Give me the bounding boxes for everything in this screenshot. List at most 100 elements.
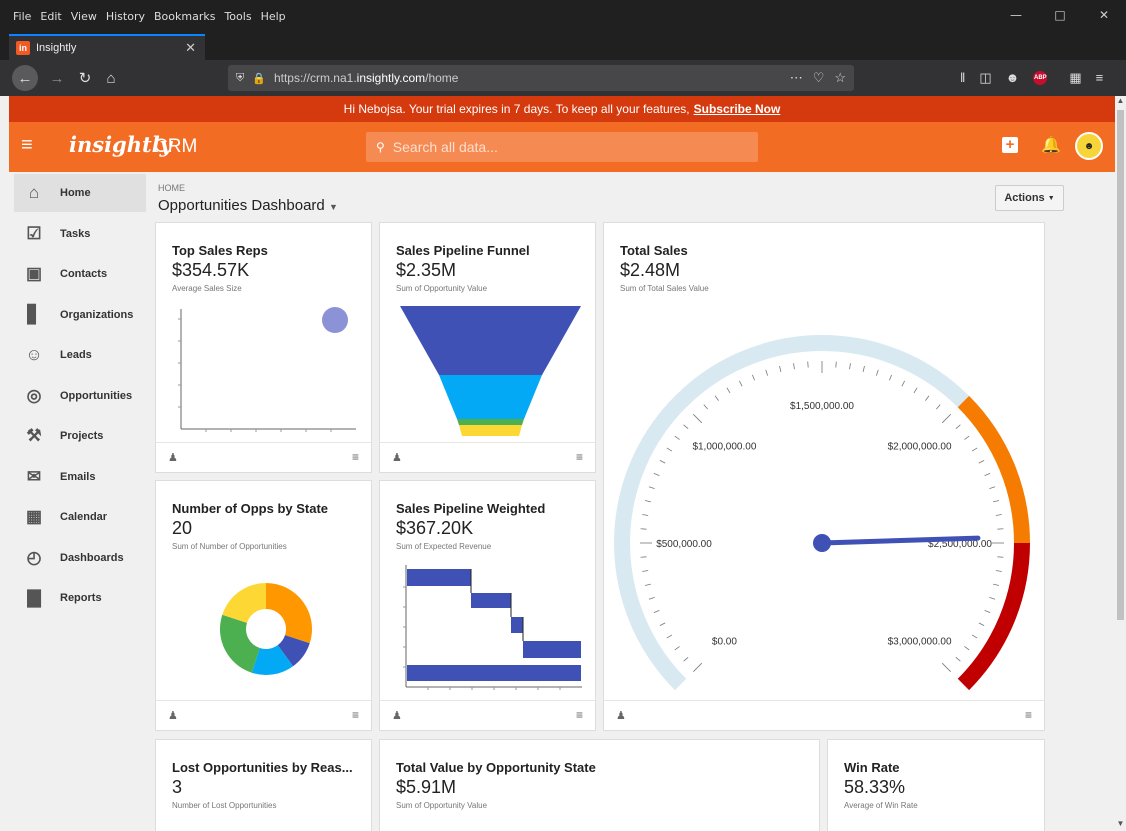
scatter-point[interactable] xyxy=(322,307,348,333)
breadcrumb[interactable]: HOME xyxy=(158,183,185,193)
adblock-icon[interactable]: ABP xyxy=(1033,71,1048,85)
page-title[interactable]: Opportunities Dashboard ▼ xyxy=(158,197,338,214)
bookmark-star-icon[interactable]: ☆ xyxy=(834,70,846,86)
home-browser-icon[interactable]: ⌂ xyxy=(100,67,122,89)
scroll-thumb[interactable] xyxy=(1117,110,1124,620)
sidebar-item-projects[interactable]: ⚒ Projects xyxy=(14,417,146,455)
gauge-band xyxy=(957,542,1030,691)
list-icon[interactable]: ≡ xyxy=(1025,708,1032,722)
url-prefix: https://crm.na1. xyxy=(273,71,357,85)
funnel-segment[interactable] xyxy=(457,419,524,425)
forward-icon[interactable]: → xyxy=(46,67,68,89)
sidebar-item-contacts[interactable]: ▣ Contacts xyxy=(14,255,146,293)
gauge-tick xyxy=(964,646,970,651)
sidebar-item-leads[interactable]: ☺ Leads xyxy=(14,336,146,374)
close-tab-icon[interactable]: ✕ xyxy=(185,40,196,56)
user-icon[interactable]: ♟ xyxy=(168,709,178,722)
user-icon[interactable]: ♟ xyxy=(392,709,402,722)
funnel-segment[interactable] xyxy=(400,306,581,375)
waterfall-bar[interactable] xyxy=(407,569,471,586)
sidebar-item-home[interactable]: ⌂ Home xyxy=(14,174,146,212)
card-total-value-by-state[interactable]: Total Value by Opportunity State $5.91M … xyxy=(379,739,820,831)
actions-button[interactable]: Actions ▼ xyxy=(995,185,1064,211)
account-icon[interactable]: ☻ xyxy=(1006,70,1020,86)
gauge-icon: ◴ xyxy=(26,547,42,567)
app-menu-icon[interactable]: ≡ xyxy=(1096,70,1104,86)
menu-file[interactable]: File xyxy=(13,10,31,23)
url-bar[interactable]: ⛨ 🔒 https://crm.na1. insightly.com/home ⋯… xyxy=(228,65,854,91)
tasks-icon: ☑ xyxy=(26,223,42,243)
scroll-down-icon[interactable]: ▼ xyxy=(1115,819,1126,831)
axis-ticks xyxy=(178,318,332,432)
list-icon[interactable]: ≡ xyxy=(352,450,359,464)
hamburger-icon[interactable]: ≡ xyxy=(21,134,33,157)
card-subtitle: Number of Lost Opportunities xyxy=(172,801,277,810)
maximize-icon[interactable]: □ xyxy=(1038,0,1082,30)
gauge-tick xyxy=(862,365,865,372)
bar-chart-icon: ▇ xyxy=(27,588,41,607)
card-top-sales-reps[interactable]: Top Sales Reps $354.57K Average Sales Si… xyxy=(155,222,372,473)
card-total-sales[interactable]: Total Sales $2.48M Sum of Total Sales Va… xyxy=(603,222,1045,731)
sidebar-item-reports[interactable]: ▇ Reports xyxy=(14,579,146,617)
page-scrollbar[interactable]: ▲ ▼ xyxy=(1115,96,1126,831)
waterfall-total-bar[interactable] xyxy=(407,665,581,681)
sidebar-item-tasks[interactable]: ☑ Tasks xyxy=(14,215,146,253)
scroll-up-icon[interactable]: ▲ xyxy=(1115,96,1126,108)
gauge-tick xyxy=(642,570,649,572)
menu-history[interactable]: History xyxy=(106,10,145,23)
user-icon[interactable]: ♟ xyxy=(392,451,402,464)
gauge-tick xyxy=(901,380,905,387)
funnel-segment[interactable] xyxy=(439,375,542,419)
sidebar-item-opportunities[interactable]: ◎ Opportunities xyxy=(14,377,146,415)
funnel-segment[interactable] xyxy=(459,425,522,436)
list-icon[interactable]: ≡ xyxy=(576,450,583,464)
sidebar-item-organizations[interactable]: ▋ Organizations xyxy=(14,296,146,334)
browser-tab[interactable]: in Insightly ✕ xyxy=(9,34,205,60)
sidebar-item-dashboards[interactable]: ◴ Dashboards xyxy=(14,539,146,577)
donut-slice[interactable] xyxy=(266,583,312,644)
donut-slice[interactable] xyxy=(220,614,260,673)
waterfall-bar[interactable] xyxy=(511,617,523,633)
list-icon[interactable]: ≡ xyxy=(576,708,583,722)
card-sales-pipeline-weighted[interactable]: Sales Pipeline Weighted $367.20K Sum of … xyxy=(379,480,596,731)
menu-help[interactable]: Help xyxy=(261,10,286,23)
menu-tools[interactable]: Tools xyxy=(224,10,251,23)
list-icon[interactable]: ≡ xyxy=(352,708,359,722)
minimize-icon[interactable]: — xyxy=(994,0,1038,30)
user-icon[interactable]: ♟ xyxy=(616,709,626,722)
pocket-icon[interactable]: ♡ xyxy=(813,70,825,86)
card-sales-pipeline-funnel[interactable]: Sales Pipeline Funnel $2.35M Sum of Oppo… xyxy=(379,222,596,473)
menu-list: File Edit View History Bookmarks Tools Help xyxy=(13,10,286,23)
card-subtitle: Average of Win Rate xyxy=(844,801,918,810)
back-icon[interactable]: ← xyxy=(12,65,38,91)
bell-icon[interactable]: 🔔 xyxy=(1041,135,1061,155)
sidebar-item-emails[interactable]: ✉ Emails xyxy=(14,458,146,496)
sidebar-icon[interactable]: ◫ xyxy=(979,70,991,86)
donut-slice[interactable] xyxy=(222,583,266,623)
avatar[interactable]: ☻ xyxy=(1075,132,1103,160)
add-icon[interactable]: + xyxy=(1002,137,1018,153)
sidebar-item-label: Home xyxy=(60,187,91,199)
menu-view[interactable]: View xyxy=(71,10,97,23)
waterfall-bar[interactable] xyxy=(471,593,511,608)
waterfall-bar[interactable] xyxy=(523,641,581,658)
card-footer: ♟ ≡ xyxy=(156,700,371,730)
more-icon[interactable]: ⋯ xyxy=(790,70,803,86)
gauge-tick xyxy=(703,404,709,410)
card-opps-by-state[interactable]: Number of Opps by State 20 Sum of Number… xyxy=(155,480,372,731)
card-lost-opportunities[interactable]: Lost Opportunities by Reas... 3 Number o… xyxy=(155,739,372,831)
menu-edit[interactable]: Edit xyxy=(40,10,61,23)
reload-icon[interactable]: ↻ xyxy=(74,67,96,89)
close-window-icon[interactable]: ✕ xyxy=(1082,0,1126,30)
gauge-tick xyxy=(971,634,978,639)
user-icon[interactable]: ♟ xyxy=(168,451,178,464)
menu-bookmarks[interactable]: Bookmarks xyxy=(154,10,215,23)
extension-icon[interactable]: ▦ xyxy=(1069,70,1081,86)
card-win-rate[interactable]: Win Rate 58.33% Average of Win Rate xyxy=(827,739,1045,831)
search-input[interactable]: ⚲ Search all data... xyxy=(366,132,758,162)
leads-icon: ☺ xyxy=(25,345,43,364)
shield-icon: ⛨ xyxy=(236,71,245,84)
sidebar-item-calendar[interactable]: ▦ Calendar xyxy=(14,498,146,536)
library-icon[interactable]: ‖ xyxy=(960,70,965,86)
subscribe-link[interactable]: Subscribe Now xyxy=(694,102,781,116)
